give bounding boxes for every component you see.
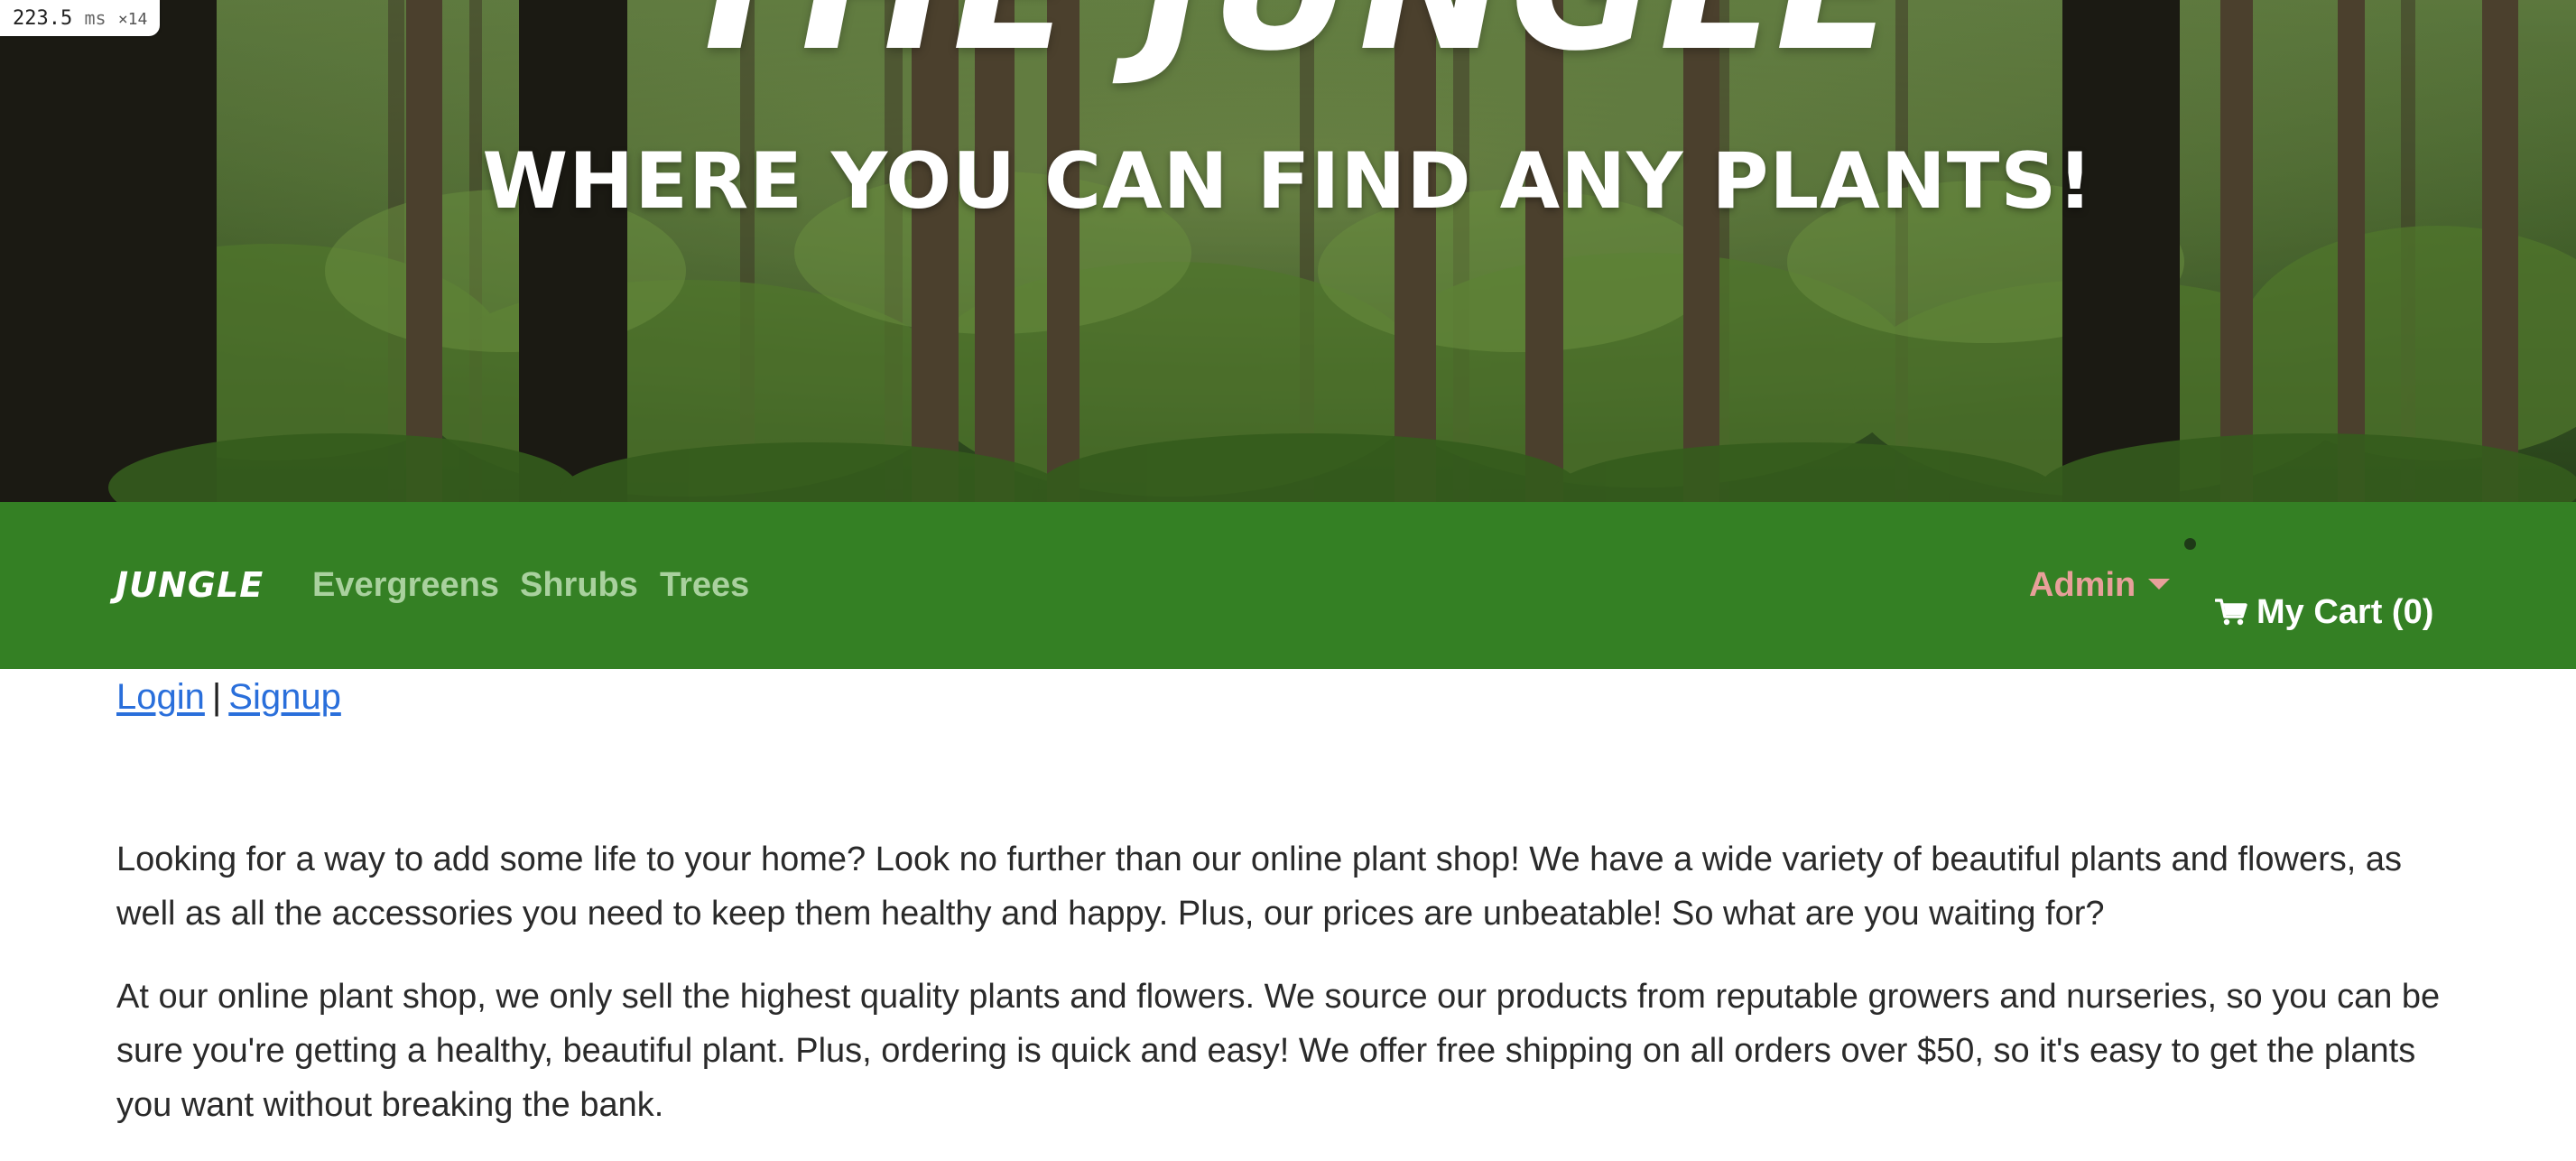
admin-dropdown-toggle[interactable]: Admin: [2029, 563, 2136, 607]
intro-paragraph: At our online plant shop, we only sell t…: [116, 978, 2441, 1124]
auth-separator: |: [211, 677, 222, 717]
auth-links: Login | Signup: [116, 673, 341, 720]
nav-link-trees[interactable]: Trees: [660, 563, 749, 607]
cart-link[interactable]: My Cart (0): [2215, 590, 2433, 634]
perf-timer-badge: 223.5 ms ×14: [0, 0, 161, 36]
hero-banner: THE JUNGLE WHERE YOU CAN FIND ANY PLANTS…: [0, 0, 2576, 502]
perf-unit: ms: [84, 7, 107, 29]
cart-label: My Cart (0): [2256, 593, 2434, 631]
perf-multiplier: ×14: [117, 10, 148, 29]
nav-link-shrubs[interactable]: Shrubs: [520, 563, 638, 607]
hero-subtitle: WHERE YOU CAN FIND ANY PLANTS!: [482, 136, 2094, 227]
intro-paragraph: Looking for a way to add some life to yo…: [116, 841, 2403, 933]
hero-title: THE JUNGLE: [0, 0, 2576, 76]
signup-link[interactable]: Signup: [228, 677, 341, 717]
brand-logo-link[interactable]: JUNGLE: [116, 565, 264, 605]
login-link[interactable]: Login: [116, 677, 205, 717]
nav-link-evergreens[interactable]: Evergreens: [312, 563, 499, 607]
intro-content: Looking for a way to add some life to yo…: [116, 832, 2463, 1161]
caret-down-icon[interactable]: [2148, 579, 2170, 590]
shopping-cart-icon: [2215, 599, 2247, 626]
perf-value: 223.5: [13, 7, 73, 30]
cursor-dot: [2184, 538, 2196, 550]
